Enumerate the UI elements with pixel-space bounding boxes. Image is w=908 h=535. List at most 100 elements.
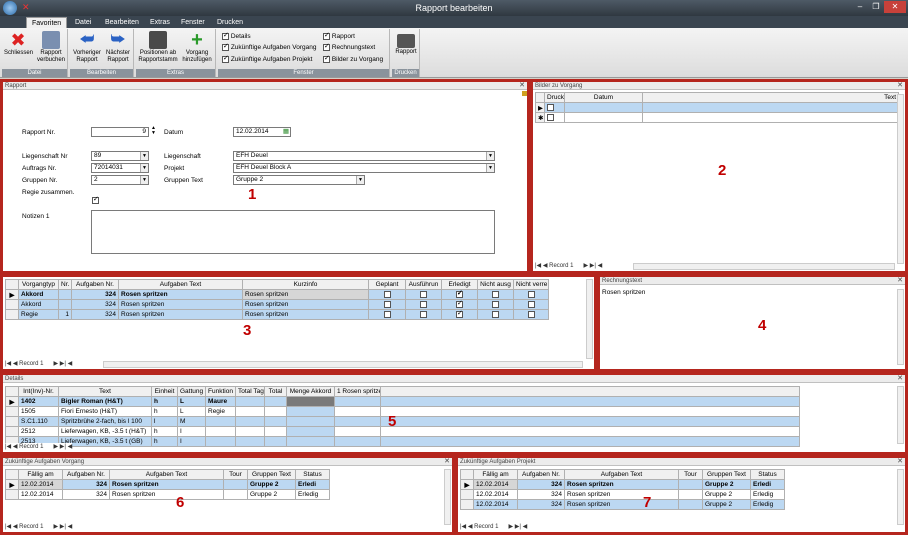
rapport-nr-spinner[interactable]: ▲ ▼	[151, 126, 156, 136]
druck-checkbox[interactable]	[547, 103, 554, 111]
checkbox-rechnungstext[interactable]	[323, 42, 330, 52]
col-menge-akkord[interactable]: Menge Akkord	[286, 386, 335, 397]
bilder-close-icon[interactable]: ✕	[897, 82, 903, 90]
maximize-button[interactable]: ❐	[868, 1, 884, 13]
option-zap[interactable]: Zukünftige Aufgaben Projekt	[222, 54, 312, 65]
gruppen-text-select[interactable]: Gruppe 2 ▼	[233, 175, 365, 185]
col-nr[interactable]: Nr.	[58, 279, 72, 290]
col-vorgangtyp[interactable]: Vorgangtyp	[18, 279, 59, 290]
col-text[interactable]: Text	[58, 386, 152, 397]
details-vscroll[interactable]	[897, 386, 904, 444]
col-aufgaben-nr[interactable]: Aufgaben Nr.	[62, 469, 110, 480]
col-nicht-verre[interactable]: Nicht verre	[513, 279, 549, 290]
col-aufgaben-nr[interactable]: Aufgaben Nr.	[517, 469, 565, 480]
col-gruppen-text[interactable]: Gruppen Text	[702, 469, 751, 480]
zap-vscroll[interactable]	[897, 469, 904, 525]
table-row[interactable]: ▶ 12.02.2014 324 Rosen spritzen Gruppe 2 Erle…	[5, 479, 330, 490]
table-row[interactable]: 12.02.2014 324 Rosen spritzen Gruppe 2 Erled…	[5, 489, 330, 500]
col-erledigt[interactable]: Erledigt	[441, 279, 478, 290]
table-row[interactable]: 1505 Fiori Ernesto (H&T) h L Regie	[5, 406, 800, 417]
vorgang-vscroll[interactable]	[586, 279, 593, 359]
table-row[interactable]: 2513 Lieferwagen, KB, -3.5 t (GB) h I	[5, 436, 800, 447]
col-text[interactable]: Text	[642, 92, 899, 103]
drucken-rapport-button[interactable]: Rapport	[393, 31, 419, 56]
checkbox-details[interactable]	[222, 31, 229, 41]
table-row[interactable]: S.C1.110 Spritzbrühe 2-fach, bis l 100 l M	[5, 416, 800, 427]
liegenschaft-nr-select[interactable]: 89 ▼	[91, 151, 149, 161]
liegenschaft-select[interactable]: EFH Deuel ▼	[233, 151, 495, 161]
tab-extras[interactable]: Extras	[145, 17, 175, 28]
table-row[interactable]: ▶ 12.02.2014 324 Rosen spritzen Gruppe 2 Erle…	[460, 479, 785, 490]
col-druck[interactable]: Druck en	[544, 92, 565, 103]
col-faellig[interactable]: Fällig am	[18, 469, 63, 480]
col-kurzinfo[interactable]: Kurzinfo	[242, 279, 369, 290]
table-row[interactable]: 12.02.2014 324 Rosen spritzen Gruppe 2 Erled…	[460, 489, 785, 500]
col-total-tag[interactable]: Total Tag	[235, 386, 265, 397]
table-row[interactable]: 12.02.2014 324 Rosen spritzen Gruppe 2 Erled…	[460, 499, 785, 510]
vorgang-record-nav[interactable]: |◀ ◀ Record 1 ▶ ▶| ◀	[5, 360, 72, 368]
vorgang-hscroll[interactable]	[103, 361, 583, 368]
details-record-nav[interactable]: |◀ ◀ Record 1 ▶ ▶| ◀	[5, 443, 73, 451]
zap-record-nav[interactable]: |◀ ◀ Record 1 ▶ ▶| ◀	[460, 523, 527, 531]
col-ausfuehrung[interactable]: Ausführun	[405, 279, 442, 290]
option-zav[interactable]: Zukünftige Aufgaben Vorgang	[222, 42, 316, 53]
col-geplant[interactable]: Geplant	[368, 279, 406, 290]
zav-vscroll[interactable]	[444, 469, 451, 525]
table-row[interactable]: ▶	[535, 102, 899, 113]
col-aufgaben-text[interactable]: Aufgaben Text	[118, 279, 243, 290]
calendar-icon[interactable]: ▦	[283, 128, 289, 136]
vorgang-hinzufuegen-button[interactable]: + Vorgang hinzufügen	[180, 30, 214, 64]
col-tour[interactable]: Tour	[678, 469, 703, 480]
close-button[interactable]: ✕	[884, 1, 906, 13]
rechnungstext-close-icon[interactable]: ✕	[897, 277, 903, 285]
col-gattung[interactable]: Gattung	[177, 386, 206, 397]
col-einheit[interactable]: Einheit	[151, 386, 178, 397]
table-row-new[interactable]: ✱	[535, 112, 899, 123]
col-rosen-spritze[interactable]: 1 Rosen spritze	[334, 386, 381, 397]
tab-bearbeiten[interactable]: Bearbeiten	[100, 17, 144, 28]
bilder-hscroll[interactable]	[633, 263, 895, 270]
rechnungstext-vscroll[interactable]	[897, 289, 904, 365]
table-row[interactable]: ▶ 1402 Bigler Roman (H&T) h L Maure	[5, 396, 800, 407]
tab-datei[interactable]: Datei	[70, 17, 96, 28]
notizen-textarea[interactable]	[91, 210, 495, 254]
option-details[interactable]: Details	[222, 31, 251, 42]
table-row[interactable]: 2512 Lieferwagen, KB, -3.5 t (H&T) h I	[5, 426, 800, 437]
rechnungstext-textarea[interactable]: Rosen spritzen	[602, 289, 892, 365]
gruppen-nr-select[interactable]: 2 ▼	[91, 175, 149, 185]
bilder-vscroll[interactable]	[897, 94, 904, 264]
auftrags-nr-select[interactable]: 72014031 ▼	[91, 163, 149, 173]
col-total[interactable]: Total	[264, 386, 287, 397]
col-aufgaben-text[interactable]: Aufgaben Text	[109, 469, 224, 480]
col-gruppen-text[interactable]: Gruppen Text	[247, 469, 296, 480]
checkbox-rapport[interactable]	[323, 31, 330, 41]
datum-input[interactable]: 12.02.2014 ▦	[233, 127, 291, 137]
naechster-rapport-button[interactable]: ⮩ Nächster Rapport	[103, 31, 133, 64]
vorheriger-rapport-button[interactable]: ⮨ Vorheriger Rapport	[72, 31, 102, 64]
tab-drucken[interactable]: Drucken	[212, 17, 248, 28]
col-datum[interactable]: Datum	[564, 92, 643, 103]
col-nicht-ausg[interactable]: Nicht ausg	[477, 279, 514, 290]
checkbox-bilder[interactable]	[323, 54, 330, 64]
col-status[interactable]: Status	[295, 469, 330, 480]
rapport-nr-input[interactable]: 9	[91, 127, 149, 137]
option-bilder[interactable]: Bilder zu Vorgang	[323, 54, 383, 65]
regie-checkbox[interactable]	[92, 195, 99, 204]
minimize-button[interactable]: –	[852, 1, 868, 13]
option-rechnungstext[interactable]: Rechnungstext	[323, 42, 375, 53]
rapport-close-icon[interactable]: ✕	[519, 82, 525, 90]
col-aufgaben-nr[interactable]: Aufgaben Nr.	[71, 279, 119, 290]
table-row[interactable]: Regie 1 324 Rosen spritzen Rosen spritzen	[5, 309, 549, 320]
schliessen-button[interactable]: ✖ Schliessen	[4, 31, 33, 57]
table-row[interactable]: ▶ Akkord 324 Rosen spritzen Rosen spritzen	[5, 289, 549, 300]
bilder-record-nav[interactable]: |◀ ◀ Record 1 ▶ ▶| ◀	[535, 262, 602, 270]
col-tour[interactable]: Tour	[223, 469, 248, 480]
checkbox-zav[interactable]	[222, 42, 229, 52]
zav-record-nav[interactable]: |◀ ◀ Record 1 ▶ ▶| ◀	[5, 523, 72, 531]
col-status[interactable]: Status	[750, 469, 785, 480]
tab-favoriten[interactable]: Favoriten	[26, 17, 68, 28]
checkbox-zap[interactable]	[222, 54, 229, 64]
projekt-select[interactable]: EFH Deuel Block A ▼	[233, 163, 495, 173]
positionen-button[interactable]: Positionen ab Rapportstamm	[138, 31, 178, 64]
col-aufgaben-text[interactable]: Aufgaben Text	[564, 469, 679, 480]
